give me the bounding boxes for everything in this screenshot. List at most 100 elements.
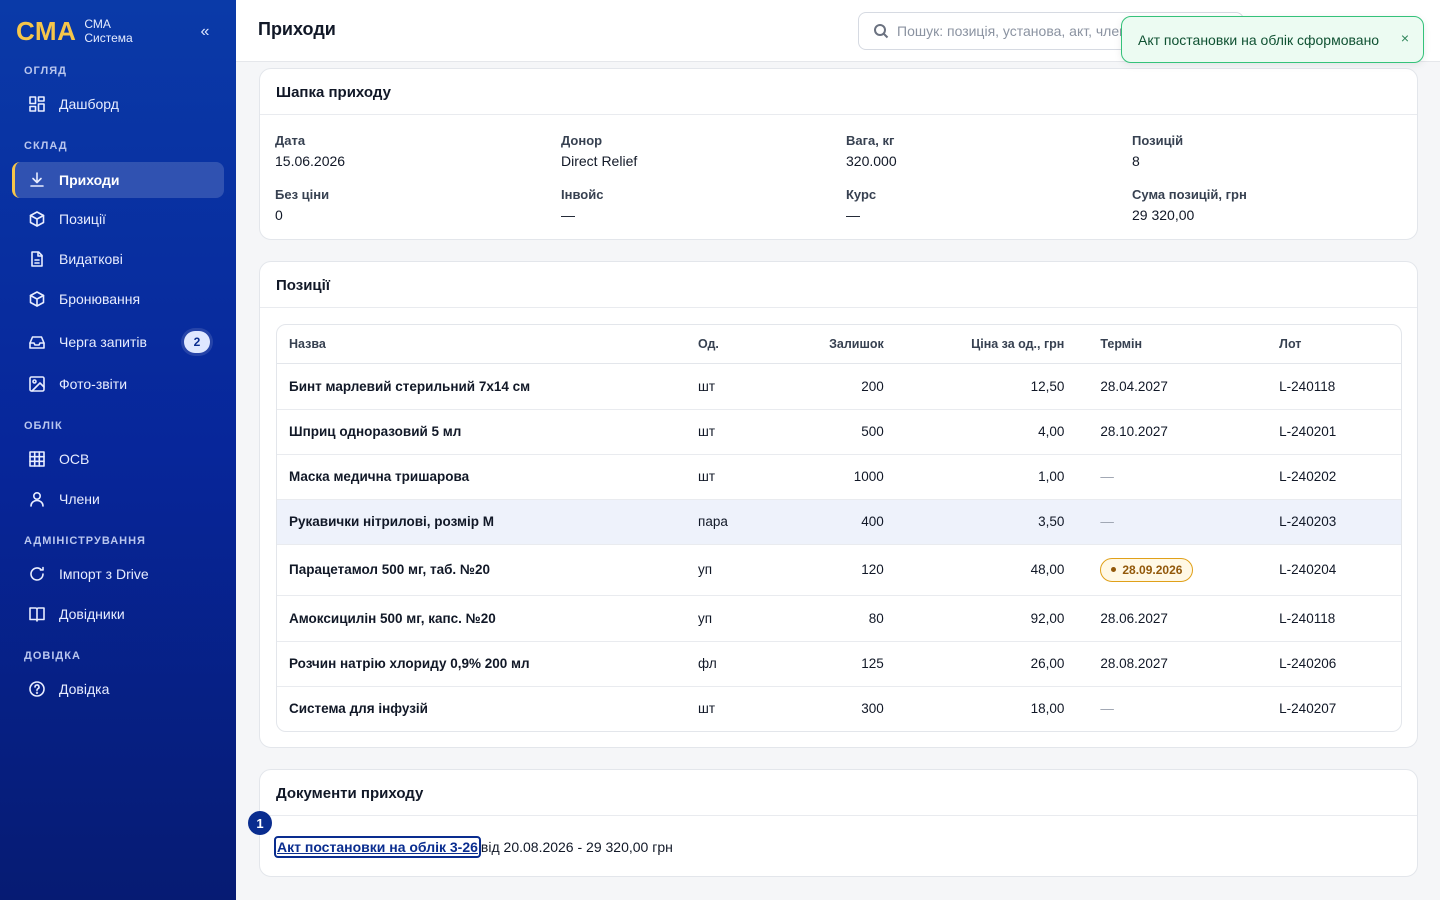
- collapse-sidebar-button[interactable]: «: [196, 22, 214, 42]
- table-icon: [28, 450, 46, 468]
- positions-table: Назва Од. Залишок Ціна за од., грн Термі…: [277, 325, 1401, 731]
- table-row[interactable]: Система для інфузій шт 300 18,00 — L-240…: [277, 686, 1401, 731]
- column-header[interactable]: Термін: [1076, 325, 1268, 364]
- cell-term: —: [1100, 701, 1114, 717]
- brand[interactable]: СМА СМА Система: [16, 16, 133, 46]
- field-value: —: [846, 207, 860, 223]
- cell-qty: 300: [861, 701, 884, 717]
- expiry-date: 28.09.2026: [1122, 562, 1183, 577]
- sidebar-item-refs[interactable]: Довідники: [12, 596, 224, 632]
- book-icon: [28, 605, 46, 623]
- sidebar-item-incoming[interactable]: Приходи: [12, 162, 224, 198]
- cell-qty: 200: [795, 363, 896, 410]
- sidebar-item-label: Бронювання: [59, 291, 141, 307]
- cell-name: Маска медична тришарова: [277, 454, 687, 500]
- brand-logo: СМА: [16, 16, 77, 46]
- table-row[interactable]: Шприц одноразовий 5 мл шт 500 4,00 28.10…: [277, 409, 1401, 455]
- document-icon: [28, 250, 46, 268]
- table-row[interactable]: Парацетамол 500 мг, таб. №20 уп 120 48,0…: [277, 544, 1401, 596]
- field-rate: Курс —: [846, 187, 876, 224]
- section-warehouse: СКЛАД: [24, 140, 68, 152]
- field-label: Вага, кг: [846, 133, 895, 148]
- cell-term: 28.09.2026: [1076, 544, 1268, 596]
- table-row[interactable]: Рукавички нітрилові, розмір M пара 400 3…: [277, 499, 1401, 545]
- cell-lot: L-240206: [1267, 641, 1401, 687]
- cell-qty: 400: [795, 499, 896, 545]
- cell-term: —: [1076, 454, 1268, 500]
- sidebar-item-booking[interactable]: Бронювання: [12, 281, 224, 317]
- sidebar-item-label: Видаткові: [59, 251, 123, 267]
- cell-price: 4,00: [895, 409, 1077, 455]
- cell-unit: шт: [686, 363, 796, 410]
- cell-name: Шприц одноразовий 5 мл: [277, 409, 687, 455]
- cell-price: 1,00: [895, 454, 1077, 500]
- brand-line1: СМА: [84, 17, 111, 31]
- sidebar-item-label: Довідка: [59, 681, 110, 697]
- sidebar-item-members[interactable]: Члени: [12, 481, 224, 517]
- act-document-link[interactable]: Акт постановки на облік 3-26: [274, 836, 481, 858]
- column-header[interactable]: Од.: [686, 325, 796, 364]
- field-label: Дата: [275, 133, 306, 148]
- card-title: Шапка приходу: [260, 69, 1417, 115]
- sidebar-item-label: Члени: [59, 491, 100, 507]
- table-row[interactable]: Бинт марлевий стерильний 7х14 см шт 200 …: [277, 363, 1401, 410]
- cell-qty: 1000: [795, 454, 896, 500]
- cell-price: 26,00: [895, 641, 1077, 687]
- sidebar-item-label: Приходи: [59, 172, 120, 188]
- sidebar-item-import[interactable]: Імпорт з Drive: [12, 556, 224, 592]
- field-positions: Позицій 8: [1132, 133, 1183, 170]
- cell-unit: фл: [686, 641, 796, 687]
- cell-term: —: [1076, 499, 1268, 545]
- field-value: 15.06.2026: [275, 153, 346, 169]
- brand-text: СМА Система: [84, 17, 132, 45]
- table-header-row: Назва Од. Залишок Ціна за од., грн Термі…: [277, 325, 1401, 364]
- user-icon: [28, 490, 46, 508]
- cell-price: 12,50: [895, 363, 1077, 410]
- column-header[interactable]: Лот: [1267, 325, 1401, 364]
- sidebar-item-outgoing[interactable]: Видаткові: [12, 241, 224, 277]
- table-row[interactable]: Амоксицилін 500 мг, капс. №20 уп 80 92,0…: [277, 595, 1401, 642]
- sidebar-item-label: Імпорт з Drive: [59, 566, 149, 582]
- column-header[interactable]: Залишок: [795, 325, 896, 364]
- table-row[interactable]: Маска медична тришарова шт 1000 1,00 — L…: [277, 454, 1401, 500]
- table-row[interactable]: Розчин натрію хлориду 0,9% 200 мл фл 125…: [277, 641, 1401, 687]
- field-value: Direct Relief: [561, 153, 638, 169]
- sidebar-item-osv[interactable]: ОСВ: [12, 441, 224, 477]
- cell-unit: шт: [698, 701, 716, 717]
- sidebar-item-positions[interactable]: Позиції: [12, 201, 224, 237]
- cell-term: 28.06.2027: [1076, 595, 1268, 642]
- expiry-warning-badge: 28.09.2026: [1100, 557, 1194, 582]
- cell-name: Амоксицилін 500 мг, капс. №20: [277, 595, 687, 642]
- close-icon[interactable]: ×: [1401, 30, 1409, 46]
- refresh-icon: [28, 565, 46, 583]
- success-toast: Акт постановки на облік сформовано ×: [1121, 16, 1424, 63]
- cell-lot: L-240118: [1267, 595, 1401, 642]
- page-title: Приходи: [258, 19, 336, 39]
- sidebar-item-queue[interactable]: Черга запитів 2: [12, 324, 224, 360]
- cell-unit: уп: [686, 595, 796, 642]
- sidebar-item-help[interactable]: Довідка: [12, 671, 224, 707]
- field-label: Сума позицій, грн: [1132, 187, 1247, 202]
- cell-unit: шт: [686, 409, 796, 455]
- document-meta: від 20.08.2026 - 29 320,00 грн: [480, 839, 673, 855]
- cell-unit: шт: [686, 454, 796, 500]
- cell-name: Парацетамол 500 мг, таб. №20: [277, 544, 687, 596]
- section-overview: ОГЛЯД: [24, 65, 67, 77]
- sidebar-item-photos[interactable]: Фото-звіти: [12, 366, 224, 402]
- field-noprice: Без ціни 0: [275, 187, 329, 224]
- field-value: 29 320,00: [1132, 207, 1195, 223]
- field-invoice: Інвойс —: [561, 187, 603, 224]
- cell-term: 28.04.2027: [1076, 363, 1268, 410]
- cell-name: Система для інфузій: [289, 701, 428, 717]
- column-header[interactable]: Назва: [277, 325, 687, 364]
- column-header[interactable]: Ціна за од., грн: [895, 325, 1077, 364]
- sidebar-item-dashboard[interactable]: Дашборд: [12, 86, 224, 122]
- positions-card: Позиції Назва Од. Залишок Ціна за од., г…: [259, 261, 1418, 748]
- download-icon: [28, 171, 46, 189]
- field-value: 0: [275, 207, 283, 223]
- section-help: ДОВІДКА: [24, 650, 81, 662]
- inbox-icon: [28, 333, 46, 351]
- package-icon: [28, 290, 46, 308]
- document-line: Акт постановки на облік 3-26 від 20.08.2…: [274, 836, 673, 858]
- step-marker: 1: [248, 811, 272, 835]
